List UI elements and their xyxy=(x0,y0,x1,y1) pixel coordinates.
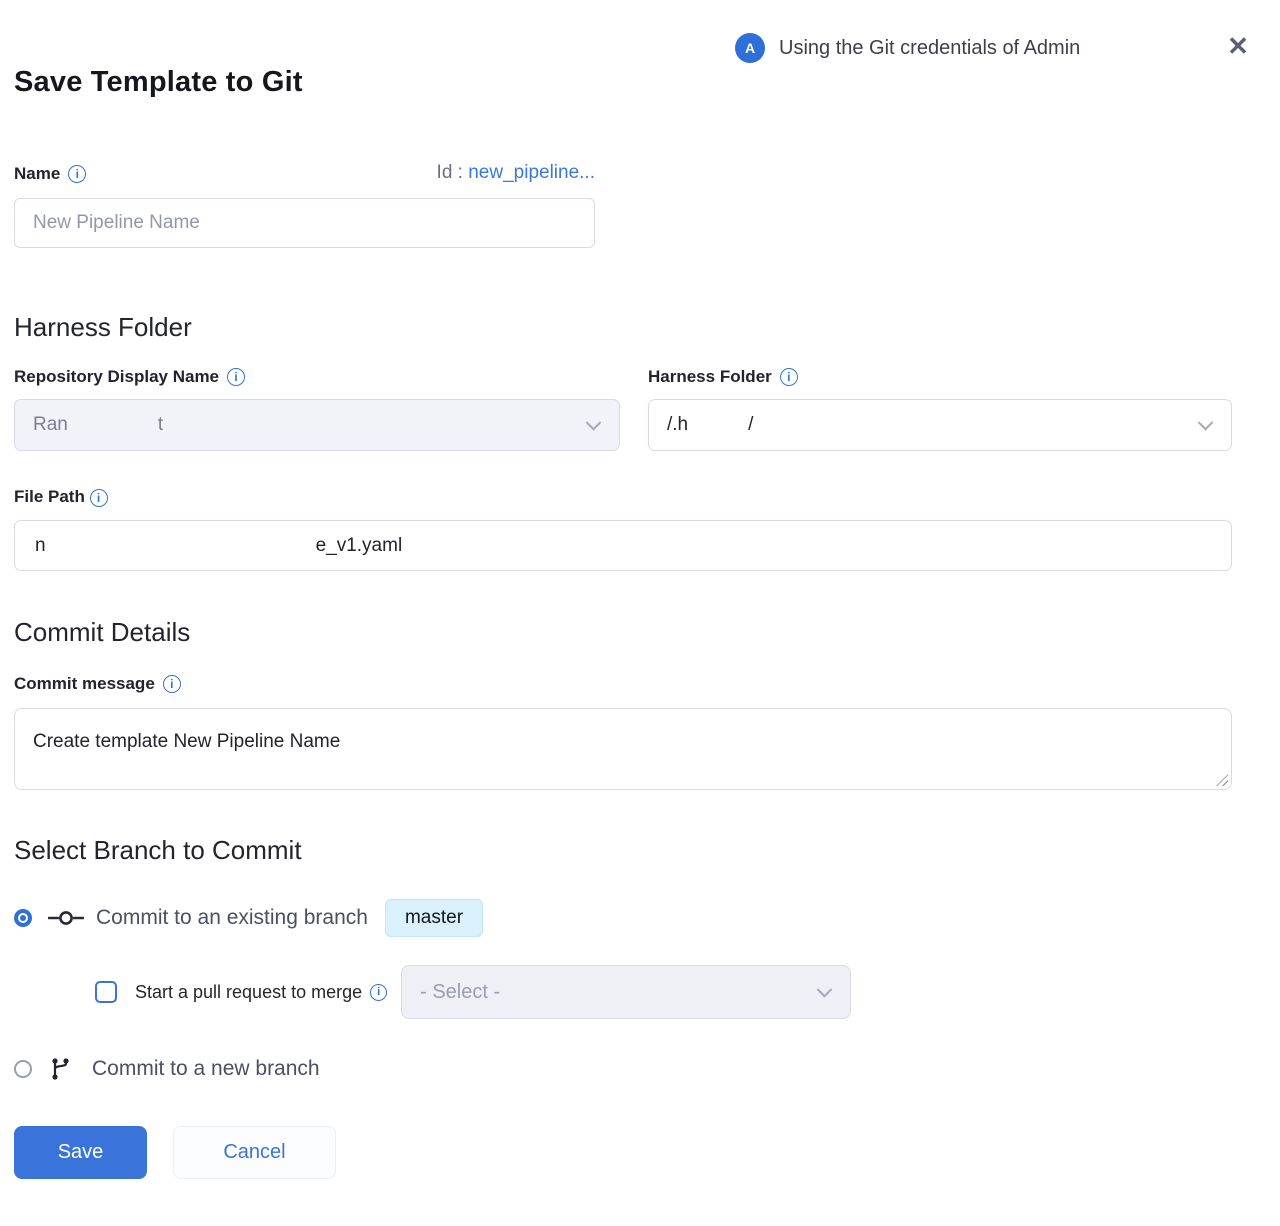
repository-select[interactable]: Ran t xyxy=(14,399,620,451)
file-path-input[interactable]: n e_v1.yaml xyxy=(14,520,1232,571)
info-icon[interactable]: i xyxy=(780,368,798,386)
name-label-text: Name xyxy=(14,164,60,184)
folder-value-suffix: / xyxy=(748,414,753,436)
pull-request-checkbox[interactable] xyxy=(95,981,117,1003)
file-path-label: File Path i xyxy=(14,487,1232,507)
repository-label: Repository Display Name i xyxy=(14,367,620,387)
commit-message-label: Commit message i xyxy=(14,674,181,694)
new-branch-label: Commit to a new branch xyxy=(92,1057,320,1081)
commit-message-label-text: Commit message xyxy=(14,674,155,694)
resize-handle[interactable] xyxy=(1216,774,1228,786)
commit-details-heading: Commit Details xyxy=(14,617,1232,648)
info-icon[interactable]: i xyxy=(90,489,108,507)
repository-value-suffix: t xyxy=(158,414,163,436)
git-commit-icon xyxy=(48,909,84,927)
commit-message-value: Create template New Pipeline Name xyxy=(33,731,340,752)
repository-value-prefix: Ran xyxy=(33,414,68,436)
id-link[interactable]: new_pipeline... xyxy=(468,162,595,183)
chevron-down-icon xyxy=(1198,415,1214,431)
select-branch-heading: Select Branch to Commit xyxy=(14,835,1232,866)
pull-request-row: Start a pull request to merge i - Select… xyxy=(95,965,1232,1019)
cancel-button[interactable]: Cancel xyxy=(173,1126,336,1179)
git-branch-icon xyxy=(50,1057,72,1081)
existing-branch-label: Commit to an existing branch xyxy=(96,906,368,930)
page-title: Save Template to Git xyxy=(14,66,1232,99)
id-prefix: Id : xyxy=(437,162,463,183)
save-button[interactable]: Save xyxy=(14,1126,147,1179)
pull-request-branch-select[interactable]: - Select - xyxy=(401,965,851,1019)
name-input-placeholder: New Pipeline Name xyxy=(33,212,200,234)
harness-folder-select[interactable]: /.h / xyxy=(648,399,1232,451)
commit-message-textarea[interactable]: Create template New Pipeline Name xyxy=(14,708,1232,790)
action-buttons: Save Cancel xyxy=(14,1126,1232,1179)
chevron-down-icon xyxy=(586,415,602,431)
info-icon[interactable]: i xyxy=(163,675,181,693)
new-branch-radio[interactable] xyxy=(14,1060,32,1078)
pull-request-label: Start a pull request to merge xyxy=(135,982,362,1003)
info-icon[interactable]: i xyxy=(227,368,245,386)
name-label-row: Name i Id : new_pipeline... xyxy=(14,162,595,184)
pr-select-value: - Select - xyxy=(420,981,500,1004)
name-input[interactable]: New Pipeline Name xyxy=(14,198,595,248)
harness-folder-heading: Harness Folder xyxy=(14,312,1232,343)
folder-value-prefix: /.h xyxy=(667,414,688,436)
info-icon[interactable]: i xyxy=(370,984,387,1001)
new-branch-row: Commit to a new branch xyxy=(14,1057,1232,1081)
branch-badge[interactable]: master xyxy=(385,899,483,937)
name-label: Name i xyxy=(14,164,86,184)
repository-label-text: Repository Display Name xyxy=(14,367,219,387)
existing-branch-row: Commit to an existing branch master xyxy=(14,899,1232,937)
existing-branch-radio[interactable] xyxy=(14,909,32,927)
harness-folder-label: Harness Folder i xyxy=(648,367,1232,387)
pipeline-id: Id : new_pipeline... xyxy=(437,162,595,184)
info-icon[interactable]: i xyxy=(68,165,86,183)
harness-folder-label-text: Harness Folder xyxy=(648,367,772,387)
file-path-label-text: File Path xyxy=(14,487,85,506)
file-path-value-suffix: e_v1.yaml xyxy=(316,535,403,557)
chevron-down-icon xyxy=(817,982,833,998)
file-path-value-prefix: n xyxy=(35,535,46,557)
